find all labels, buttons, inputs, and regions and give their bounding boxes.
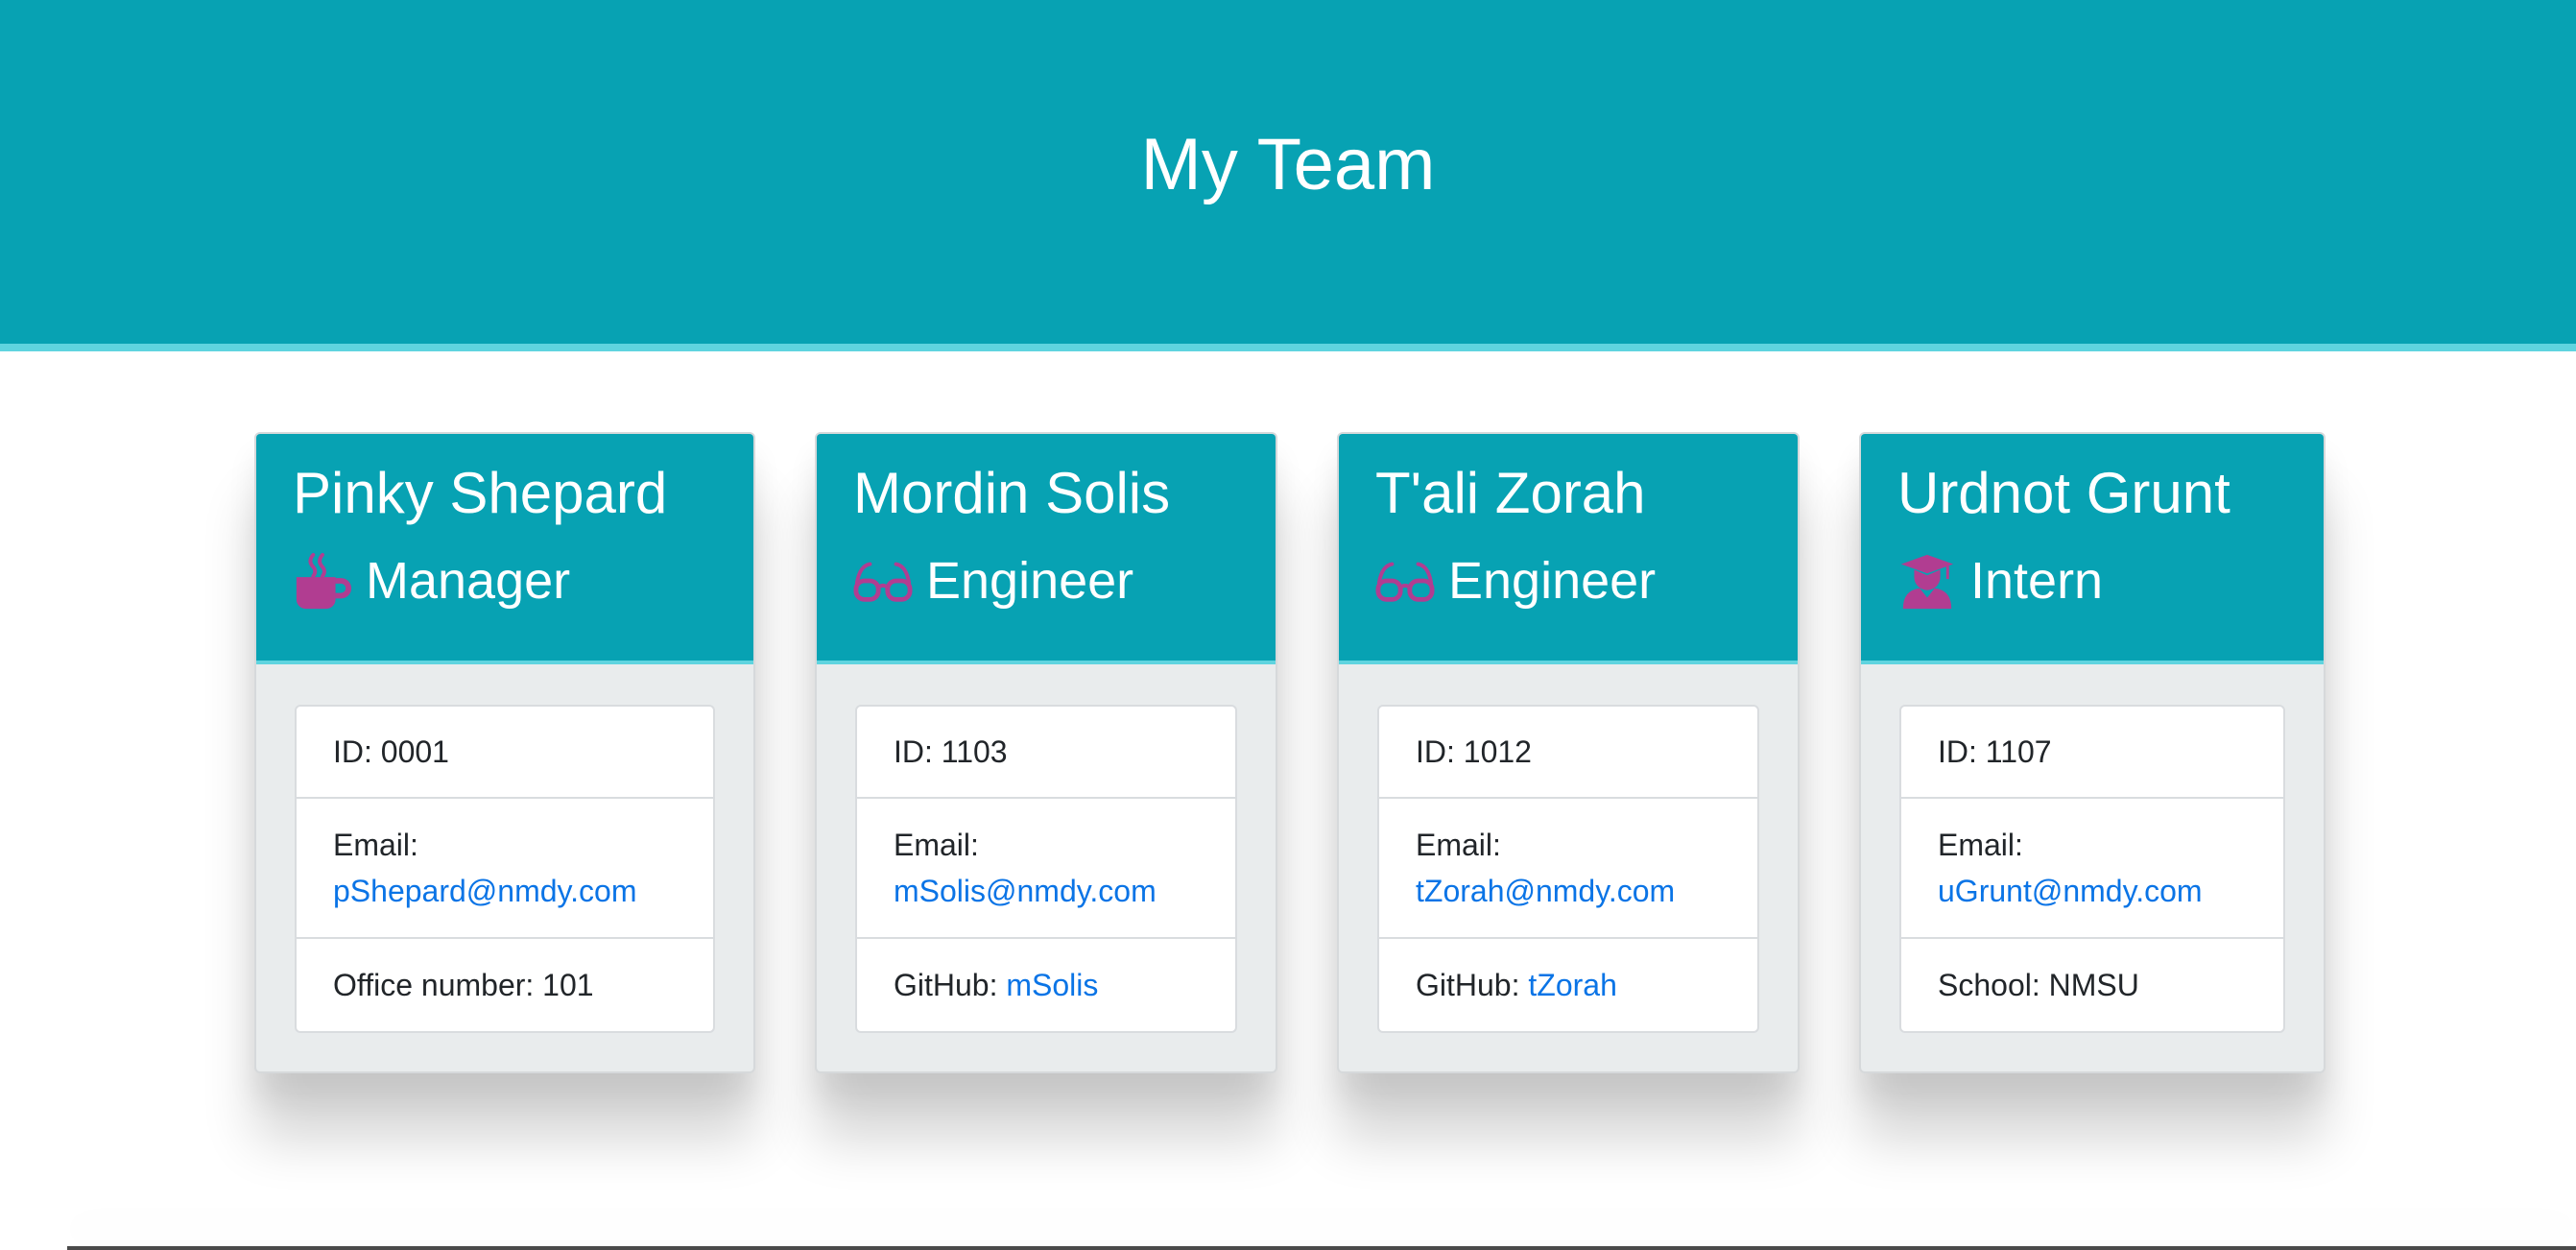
employee-name: T'ali Zorah [1375, 461, 1646, 525]
email-link[interactable]: uGrunt@nmdy.com [1938, 868, 2247, 914]
github-label: GitHub: [1416, 967, 1529, 1002]
employee-card: Mordin Solis Engineer ID: 1103 Email: mS… [815, 432, 1277, 1073]
employee-details: ID: 1103 Email: mSolis@nmdy.com GitHub: … [855, 705, 1237, 1033]
email-label: Email: [1416, 828, 1501, 862]
employee-id: ID: 1103 [857, 707, 1235, 799]
employee-email-row: Email: pShepard@nmdy.com [297, 799, 713, 939]
role-label: Manager [366, 552, 571, 610]
graduate-icon [1900, 554, 1954, 610]
github-row: GitHub: mSolis [857, 939, 1235, 1031]
glasses-icon [853, 562, 913, 602]
employee-details: ID: 0001 Email: pShepard@nmdy.com Office… [295, 705, 715, 1033]
employee-email-row: Email: tZorah@nmdy.com [1379, 799, 1757, 939]
employee-email-row: Email: mSolis@nmdy.com [857, 799, 1235, 939]
github-label: GitHub: [894, 967, 1007, 1002]
card-header: Urdnot Grunt Intern [1861, 434, 2324, 664]
card-header: T'ali Zorah Engineer [1339, 434, 1798, 664]
employee-card: Pinky Shepard Manager ID: 0001 Email: pS… [254, 432, 755, 1073]
page-title: My Team [1140, 123, 1436, 205]
employee-email-row: Email: uGrunt@nmdy.com [1901, 799, 2283, 939]
role-label: Engineer [926, 552, 1134, 610]
page-bottom-edge [67, 1246, 2576, 1250]
github-link[interactable]: mSolis [1006, 968, 1098, 1003]
role-label: Engineer [1448, 552, 1657, 610]
employee-id: ID: 1107 [1901, 707, 2283, 799]
employee-role: Engineer [853, 551, 1276, 611]
email-link[interactable]: tZorah@nmdy.com [1416, 868, 1721, 914]
employee-name: Urdnot Grunt [1897, 461, 2230, 525]
role-label: Intern [1970, 552, 2104, 610]
employee-card: Urdnot Grunt Intern ID: 1107 Email: uGru… [1859, 432, 2326, 1073]
github-row: GitHub: tZorah [1379, 939, 1757, 1031]
employee-id: ID: 0001 [297, 707, 713, 799]
office-number: Office number: 101 [333, 967, 594, 1002]
employee-id: ID: 1012 [1379, 707, 1757, 799]
card-header: Mordin Solis Engineer [817, 434, 1276, 664]
glasses-icon [1375, 562, 1435, 602]
email-label: Email: [1938, 828, 2023, 862]
employee-name: Pinky Shepard [293, 461, 668, 525]
github-link[interactable]: tZorah [1528, 968, 1616, 1003]
employee-role: Manager [293, 551, 753, 611]
employee-role: Intern [1897, 551, 2324, 611]
page-header: My Team [0, 0, 2576, 351]
email-label: Email: [333, 828, 418, 862]
email-label: Email: [894, 828, 979, 862]
school-row: School: NMSU [1938, 967, 2139, 1002]
employee-details: ID: 1012 Email: tZorah@nmdy.com GitHub: … [1377, 705, 1759, 1033]
employee-card: T'ali Zorah Engineer ID: 1012 Email: tZo… [1337, 432, 1800, 1073]
coffee-icon [296, 552, 351, 610]
employee-role: Engineer [1375, 551, 1798, 611]
card-header: Pinky Shepard Manager [256, 434, 753, 664]
employee-name: Mordin Solis [853, 461, 1171, 525]
employee-details: ID: 1107 Email: uGrunt@nmdy.com School: … [1899, 705, 2285, 1033]
email-link[interactable]: mSolis@nmdy.com [894, 868, 1199, 914]
email-link[interactable]: pShepard@nmdy.com [333, 868, 677, 914]
